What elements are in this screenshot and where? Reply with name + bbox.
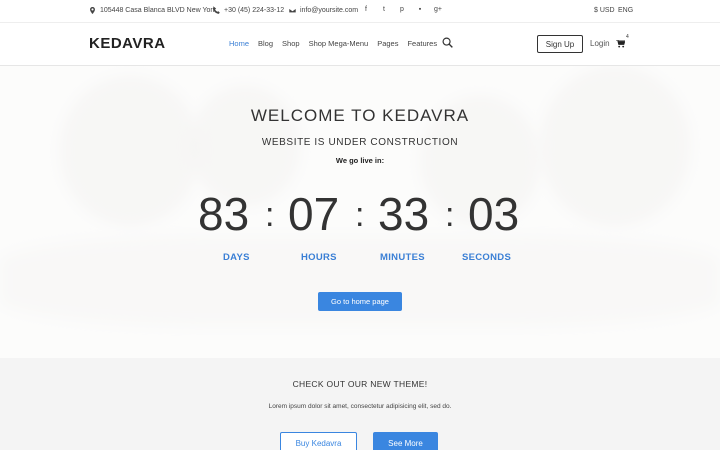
promo-title: CHECK OUT OUR NEW THEME! — [292, 379, 428, 389]
countdown-days: 83 — [198, 188, 250, 240]
nav-item-shop-mega-menu[interactable]: Shop Mega-Menu — [309, 39, 369, 48]
countdown-separator: : — [445, 196, 455, 234]
countdown-minutes-label: MINUTES — [380, 252, 425, 263]
cart-count-badge: 4 — [626, 34, 629, 40]
countdown-hours: 07 — [288, 188, 340, 240]
phone-text: +30 (45) 224-33-12 — [224, 7, 285, 14]
twitter-icon[interactable]: t — [380, 6, 388, 13]
top-info-bar: 105448 Casa Blanca BLVD New York +30 (45… — [0, 0, 720, 23]
address-item: 105448 Casa Blanca BLVD New York — [89, 7, 216, 14]
address-text: 105448 Casa Blanca BLVD New York — [100, 7, 217, 14]
login-link[interactable]: Login — [590, 39, 610, 48]
facebook-icon[interactable]: f — [362, 6, 370, 13]
countdown-separator: : — [355, 196, 365, 234]
search-icon[interactable] — [442, 37, 453, 48]
countdown-hours-label: HOURS — [301, 252, 337, 263]
nav-item-pages[interactable]: Pages — [377, 39, 398, 48]
language-selector[interactable]: ENG — [618, 7, 633, 14]
main-nav: Home Blog Shop Shop Mega-Menu Pages Feat… — [229, 39, 446, 48]
golive-text: We go live in: — [335, 156, 385, 165]
countdown-separator: : — [265, 196, 275, 234]
promo-section: CHECK OUT OUR NEW THEME! Lorem ipsum dol… — [0, 358, 720, 450]
site-logo[interactable]: KEDAVRA — [89, 35, 166, 52]
hero-subtitle: WEBSITE IS UNDER CONSTRUCTION — [261, 137, 459, 148]
currency-selector[interactable]: $ USD — [594, 7, 615, 14]
nav-item-home[interactable]: Home — [229, 39, 249, 48]
promo-text: Lorem ipsum dolor sit amet, consectetur … — [268, 403, 452, 410]
flickr-icon[interactable]: ▪ — [416, 6, 424, 13]
hero-content: WELCOME TO KEDAVRA WEBSITE IS UNDER CONS… — [0, 66, 720, 358]
go-home-button[interactable]: Go to home page — [318, 292, 402, 311]
main-header: KEDAVRA Home Blog Shop Shop Mega-Menu Pa… — [0, 23, 720, 66]
social-links: f t p ▪ g+ — [362, 6, 442, 13]
location-pin-icon — [90, 7, 95, 14]
nav-item-blog[interactable]: Blog — [258, 39, 273, 48]
phone-icon — [213, 7, 220, 14]
pinterest-icon[interactable]: p — [398, 6, 406, 13]
nav-item-features[interactable]: Features — [407, 39, 437, 48]
cart-icon[interactable] — [616, 40, 625, 48]
countdown-seconds: 03 — [468, 188, 520, 240]
countdown-days-label: DAYS — [223, 252, 250, 263]
see-more-button[interactable]: See More — [373, 432, 438, 450]
hero-section: WELCOME TO KEDAVRA WEBSITE IS UNDER CONS… — [0, 66, 720, 358]
email-item[interactable]: info@yoursite.com — [289, 7, 358, 14]
email-text[interactable]: info@yoursite.com — [300, 7, 358, 14]
nav-item-shop[interactable]: Shop — [282, 39, 300, 48]
countdown-seconds-label: SECONDS — [462, 252, 512, 263]
envelope-icon — [289, 8, 296, 13]
buy-button[interactable]: Buy Kedavra — [280, 432, 357, 450]
googleplus-icon[interactable]: g+ — [434, 6, 442, 13]
countdown-minutes: 33 — [378, 188, 430, 240]
phone-item: +30 (45) 224-33-12 — [213, 7, 284, 14]
signup-button[interactable]: Sign Up — [537, 35, 583, 53]
hero-title: WELCOME TO KEDAVRA — [250, 106, 470, 125]
